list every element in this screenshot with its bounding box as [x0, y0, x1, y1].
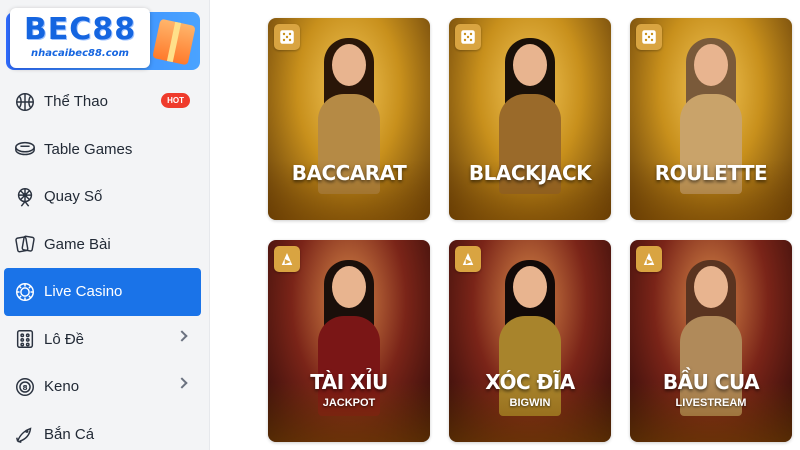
keno-coin-icon: 8 — [14, 376, 36, 398]
sidebar-item-label: Lô Đề — [44, 330, 85, 348]
game-subtitle: JACKPOT — [322, 397, 376, 409]
dice-icon — [455, 24, 481, 50]
play-icon — [274, 246, 300, 272]
sidebar: BEC88 nhacaibec88.com Thể Thao HOT Table… — [0, 0, 210, 450]
game-title: ROULETTE — [654, 161, 768, 185]
game-subtitle: LIVESTREAM — [675, 397, 747, 409]
sidebar-item-label: Game Bài — [44, 235, 111, 253]
brand-logo[interactable]: BEC88 nhacaibec88.com — [10, 8, 150, 68]
sidebar-item-label: Keno — [44, 378, 80, 396]
game-card-baccarat[interactable]: BACCARAT — [268, 18, 430, 220]
sidebar-item-ban-ca[interactable]: Bắn Cá — [0, 411, 210, 450]
play-icon — [455, 246, 481, 272]
game-card-x-c-a[interactable]: XÓC ĐĨA BIGWIN — [449, 240, 611, 442]
game-title: BLACKJACK — [468, 161, 592, 185]
dice-icon — [274, 24, 300, 50]
sidebar-item-label: Quay Số — [44, 188, 103, 206]
cards-icon — [14, 233, 36, 255]
game-card-blackjack[interactable]: BLACKJACK — [449, 18, 611, 220]
chevron-right-icon[interactable] — [176, 329, 188, 342]
sidebar-item-label: Thể Thao — [44, 93, 108, 111]
brand-domain: nhacaibec88.com — [31, 48, 129, 59]
game-subtitle: BIGWIN — [509, 397, 551, 409]
hot-badge: HOT — [161, 93, 190, 108]
game-card-roulette[interactable]: ROULETTE — [630, 18, 792, 220]
casino-chip-icon — [14, 281, 36, 303]
sidebar-item-label: Bắn Cá — [44, 425, 95, 443]
sidebar-menu: Thể Thao HOT Table Games Quay Số Game Bà… — [0, 78, 210, 450]
basketball-icon — [14, 91, 36, 113]
ferris-wheel-icon — [14, 186, 36, 208]
sidebar-item-quay-so[interactable]: Quay Số — [0, 173, 210, 221]
game-title: BACCARAT — [291, 161, 407, 185]
game-card-t-i-x-u[interactable]: TÀI XỈU JACKPOT — [268, 240, 430, 442]
svg-text:8: 8 — [22, 383, 27, 392]
sidebar-item-label: Live Casino — [44, 283, 123, 301]
game-title: XÓC ĐĨA — [485, 370, 575, 394]
card-table-icon — [14, 138, 36, 160]
play-icon — [636, 246, 662, 272]
sidebar-item-the-thao[interactable]: Thể Thao HOT — [0, 78, 210, 126]
sidebar-item-game-bai[interactable]: Game Bài — [0, 221, 210, 269]
sidebar-item-keno[interactable]: 8 Keno — [0, 363, 210, 411]
sidebar-item-live-casino[interactable]: Live Casino — [4, 268, 201, 316]
game-card-b-u-cua[interactable]: BẦU CUA LIVESTREAM — [630, 240, 792, 442]
sidebar-item-lo-de[interactable]: Lô Đề — [0, 316, 210, 364]
sidebar-item-label: Table Games — [44, 140, 133, 158]
chevron-right-icon[interactable] — [176, 377, 188, 389]
dice-icon — [636, 24, 662, 50]
game-title: TÀI XỈU — [310, 370, 388, 394]
sidebar-item-table-games[interactable]: Table Games — [0, 126, 210, 174]
brand-name: BEC88 — [23, 12, 137, 47]
fish-icon — [14, 423, 36, 445]
gift-icon — [152, 18, 196, 66]
game-title: BẦU CUA — [662, 370, 760, 394]
lottery-grid-icon — [14, 328, 36, 350]
